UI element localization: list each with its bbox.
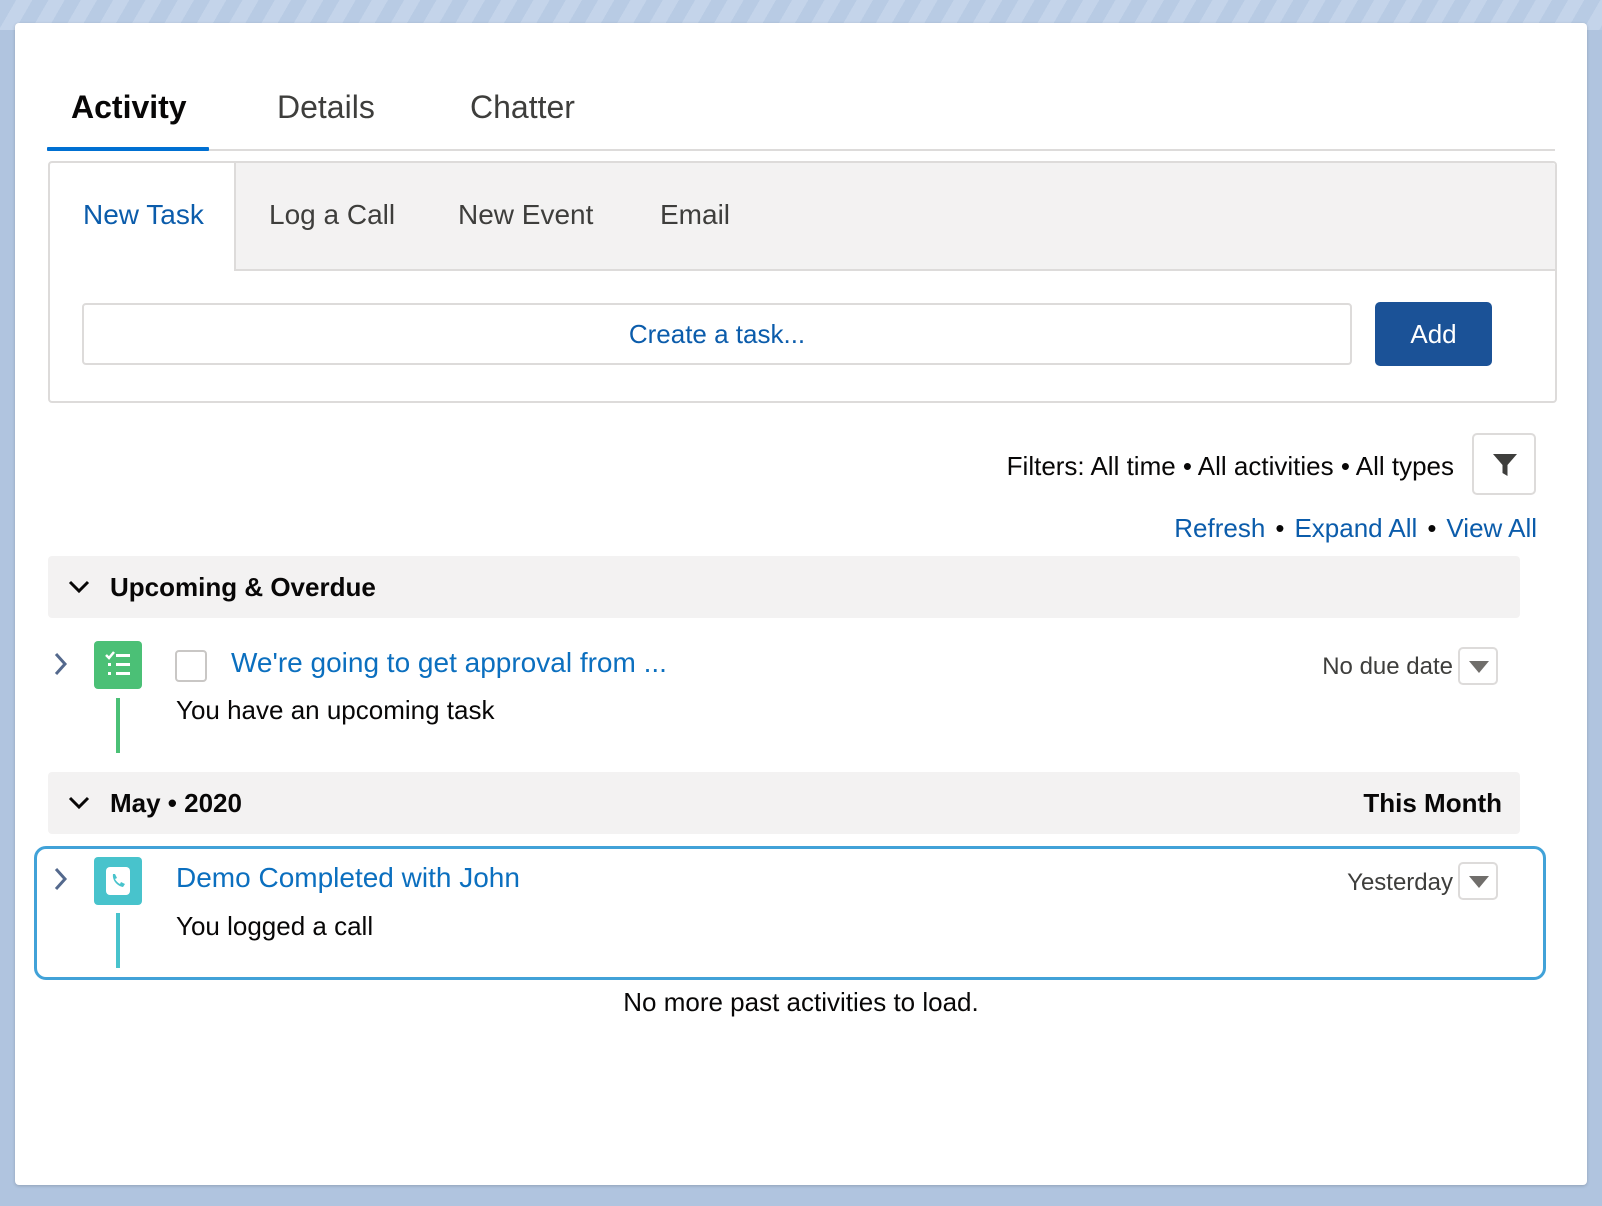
tab-log-a-call[interactable]: Log a Call — [269, 199, 395, 231]
chevron-down-icon — [68, 580, 90, 594]
call-title-link[interactable]: Demo Completed with John — [176, 862, 520, 894]
task-due-date: No due date — [1322, 653, 1453, 680]
log-call-icon — [94, 857, 142, 905]
task-subtitle: You have an upcoming task — [176, 695, 495, 725]
task-menu-button[interactable] — [1458, 647, 1498, 685]
call-subtitle: You logged a call — [176, 911, 374, 941]
link-separator: • — [1427, 513, 1437, 543]
refresh-link[interactable]: Refresh — [1174, 513, 1265, 543]
month-header[interactable]: May • 2020 This Month — [48, 772, 1520, 834]
section-period-label: This Month — [1363, 788, 1502, 818]
add-button[interactable]: Add — [1375, 302, 1492, 366]
tab-new-task[interactable]: New Task — [83, 199, 204, 231]
section-title: Upcoming & Overdue — [110, 572, 376, 602]
activity-card: Activity Details Chatter New Task Log a … — [15, 23, 1587, 1185]
chevron-down-icon — [68, 796, 90, 810]
view-all-link[interactable]: View All — [1446, 513, 1537, 543]
task-title-link[interactable]: We're going to get approval from ... — [231, 647, 667, 679]
tab-activity[interactable]: Activity — [71, 89, 187, 126]
timeline-links: Refresh • Expand All • View All — [1174, 513, 1537, 544]
activity-composer: New Task Log a Call New Event Email Crea… — [48, 161, 1557, 403]
call-date: Yesterday — [1347, 869, 1453, 896]
task-icon — [94, 641, 142, 689]
expand-all-link[interactable]: Expand All — [1294, 513, 1417, 543]
chevron-right-icon[interactable] — [53, 866, 69, 892]
no-more-activities-message: No more past activities to load. — [623, 987, 979, 1017]
chevron-right-icon[interactable] — [53, 651, 69, 677]
link-separator: • — [1275, 513, 1285, 543]
tab-new-event[interactable]: New Event — [458, 199, 593, 231]
timeline-line — [116, 698, 120, 753]
filter-icon — [1493, 454, 1517, 476]
tab-chatter[interactable]: Chatter — [470, 89, 575, 126]
upcoming-overdue-header[interactable]: Upcoming & Overdue — [48, 556, 1520, 618]
filters-summary: Filters: All time • All activities • All… — [1006, 451, 1454, 481]
create-task-input[interactable]: Create a task... — [82, 303, 1352, 365]
tab-details[interactable]: Details — [277, 89, 375, 126]
record-tabs: Activity Details Chatter — [47, 63, 1555, 151]
tab-email[interactable]: Email — [660, 199, 730, 231]
dropdown-triangle-icon — [1469, 876, 1489, 888]
dropdown-triangle-icon — [1469, 661, 1489, 673]
call-menu-button[interactable] — [1458, 862, 1498, 900]
section-title: May • 2020 — [110, 788, 242, 818]
active-tab-indicator — [47, 147, 209, 151]
filter-button[interactable] — [1472, 433, 1536, 495]
timeline-line — [116, 913, 120, 968]
composer-tabs: New Task Log a Call New Event Email — [50, 163, 1555, 271]
task-complete-checkbox[interactable] — [175, 650, 207, 682]
